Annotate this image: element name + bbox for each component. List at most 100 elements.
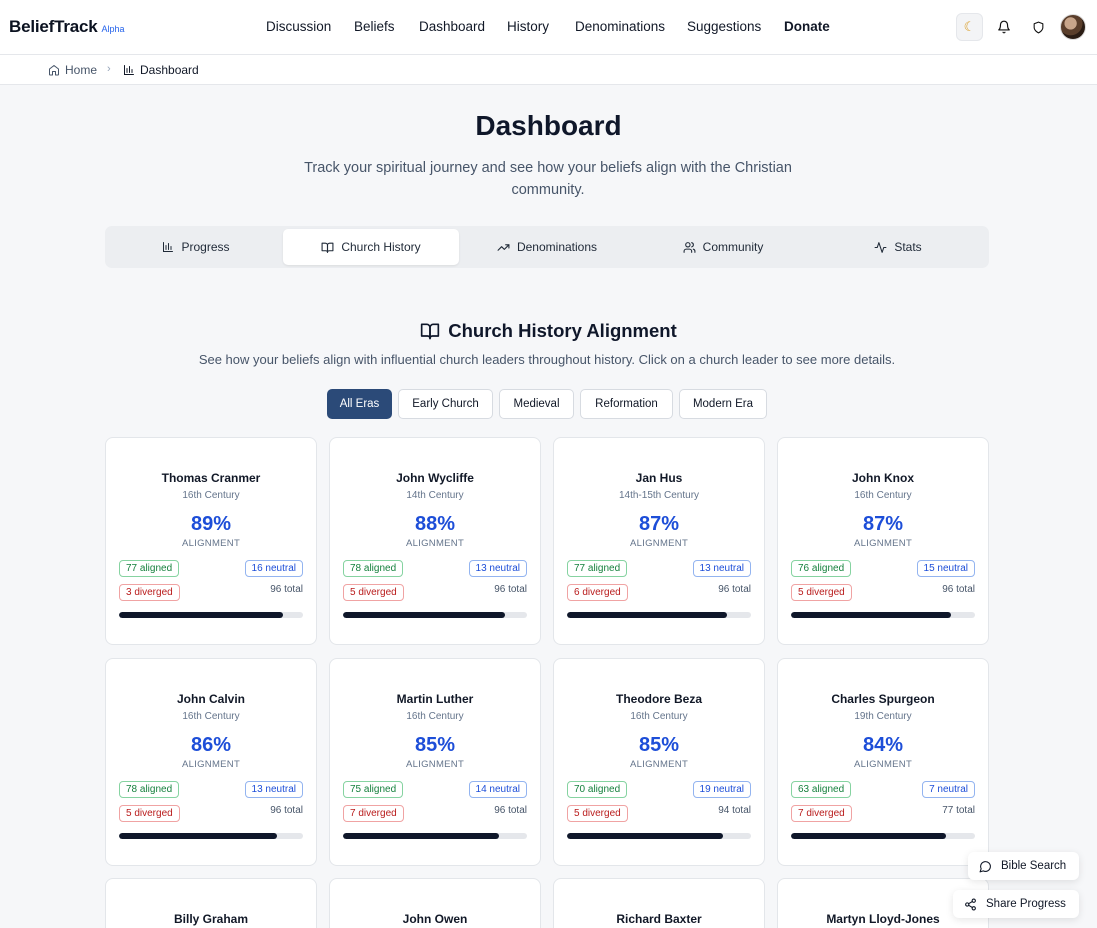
neutral-badge: 14 neutral xyxy=(468,781,527,798)
leader-era: 16th Century xyxy=(854,490,912,501)
bar-chart-icon xyxy=(124,65,134,75)
alignment-percent: 87% xyxy=(862,513,904,535)
section-title-text: Church History Alignment xyxy=(448,320,677,341)
tab-church-history[interactable]: Church History xyxy=(283,229,459,265)
diverged-badge: 5 diverged xyxy=(567,805,628,822)
diverged-badge: 5 diverged xyxy=(791,584,852,601)
nav-denominations[interactable]: Denominations xyxy=(575,19,665,34)
tab-stats[interactable]: Stats xyxy=(810,229,986,265)
alignment-percent: 89% xyxy=(190,513,232,535)
progress-fill xyxy=(119,833,278,839)
message-circle-icon xyxy=(979,860,991,872)
alignment-progress-bar xyxy=(343,833,527,839)
security-button[interactable] xyxy=(1025,13,1052,41)
total-count: 96 total xyxy=(270,584,303,595)
breadcrumb-home[interactable]: Home xyxy=(48,63,97,77)
tab-community[interactable]: Community xyxy=(635,229,811,265)
trending-up-icon xyxy=(497,243,510,251)
notifications-button[interactable] xyxy=(990,13,1017,41)
leader-card[interactable]: Billy Graham xyxy=(105,878,317,928)
leader-card[interactable]: Theodore Beza 16th Century 85% ALIGNMENT… xyxy=(553,658,765,866)
breadcrumb: Home › Dashboard xyxy=(0,55,1097,85)
total-count: 96 total xyxy=(942,584,975,595)
activity-icon xyxy=(874,241,887,253)
leader-era: 14th Century xyxy=(406,490,464,501)
bell-icon xyxy=(997,20,1010,34)
share-progress-button[interactable]: Share Progress xyxy=(953,890,1079,918)
leader-card[interactable]: John Wycliffe 14th Century 88% ALIGNMENT… xyxy=(329,437,541,645)
alignment-progress-bar xyxy=(567,833,751,839)
alignment-label: ALIGNMENT xyxy=(181,759,241,770)
leader-card[interactable]: John Knox 16th Century 87% ALIGNMENT 76 … xyxy=(777,437,989,645)
alignment-percent: 86% xyxy=(190,734,232,756)
neutral-badge: 13 neutral xyxy=(468,560,527,577)
tab-progress[interactable]: Progress xyxy=(108,229,284,265)
avatar[interactable] xyxy=(1060,14,1086,40)
theme-toggle-button[interactable]: ☾ xyxy=(956,13,983,41)
leader-era: 19th Century xyxy=(854,711,912,722)
top-navbar: BeliefTrack Alpha Discussion Beliefs Das… xyxy=(0,0,1097,55)
total-count: 96 total xyxy=(494,805,527,816)
leader-card[interactable]: Richard Baxter xyxy=(553,878,765,928)
alignment-percent: 85% xyxy=(414,734,456,756)
progress-fill xyxy=(343,833,500,839)
diverged-badge: 5 diverged xyxy=(119,805,180,822)
leader-era: 14th-15th Century xyxy=(618,490,700,501)
alignment-label: ALIGNMENT xyxy=(405,538,465,549)
progress-fill xyxy=(791,833,946,839)
total-count: 77 total xyxy=(942,805,975,816)
breadcrumb-home-label: Home xyxy=(65,63,98,77)
aligned-badge: 75 aligned xyxy=(343,781,404,798)
breadcrumb-current-label: Dashboard xyxy=(140,63,199,77)
moon-icon: ☾ xyxy=(963,19,976,34)
tab-label: Progress xyxy=(181,240,230,254)
share-icon xyxy=(965,898,976,910)
neutral-badge: 19 neutral xyxy=(692,781,751,798)
nav-beliefs[interactable]: Beliefs xyxy=(354,19,395,34)
era-early-church-button[interactable]: Early Church xyxy=(398,389,493,419)
aligned-badge: 78 aligned xyxy=(343,560,404,577)
shield-icon xyxy=(1033,21,1044,33)
era-medieval-button[interactable]: Medieval xyxy=(499,389,574,419)
nav-history[interactable]: History xyxy=(507,19,549,34)
page-title: Dashboard xyxy=(475,110,622,141)
era-all-button[interactable]: All Eras xyxy=(327,389,392,419)
aligned-badge: 70 aligned xyxy=(567,781,628,798)
leader-card[interactable]: Jan Hus 14th-15th Century 87% ALIGNMENT … xyxy=(553,437,765,645)
page-subtitle: Track your spiritual journey and see how… xyxy=(304,160,792,198)
era-modern-button[interactable]: Modern Era xyxy=(679,389,767,419)
tab-denominations[interactable]: Denominations xyxy=(459,229,635,265)
leader-card[interactable]: John Owen xyxy=(329,878,541,928)
aligned-badge: 78 aligned xyxy=(119,781,180,798)
diverged-badge: 5 diverged xyxy=(343,584,404,601)
leader-era: 16th Century xyxy=(182,711,240,722)
home-icon xyxy=(49,65,59,76)
leader-name: John Calvin xyxy=(176,692,245,706)
nav-discussion[interactable]: Discussion xyxy=(266,19,331,34)
nav-dashboard[interactable]: Dashboard xyxy=(419,19,485,34)
leader-name: Jan Hus xyxy=(635,471,683,485)
leader-name: Theodore Beza xyxy=(615,692,702,706)
neutral-badge: 16 neutral xyxy=(244,560,303,577)
tab-label: Stats xyxy=(894,240,922,254)
main-nav: Discussion Beliefs Dashboard History Den… xyxy=(0,19,1097,37)
total-count: 96 total xyxy=(270,805,303,816)
nav-donate[interactable]: Donate xyxy=(784,19,830,34)
alignment-progress-bar xyxy=(567,612,751,618)
alignment-percent: 88% xyxy=(414,513,456,535)
leader-card[interactable]: John Calvin 16th Century 86% ALIGNMENT 7… xyxy=(105,658,317,866)
progress-fill xyxy=(791,612,952,618)
leader-card[interactable]: Thomas Cranmer 16th Century 89% ALIGNMEN… xyxy=(105,437,317,645)
era-reformation-button[interactable]: Reformation xyxy=(580,389,673,419)
nav-suggestions[interactable]: Suggestions xyxy=(687,19,761,34)
leader-era: 16th Century xyxy=(406,711,464,722)
leader-card[interactable]: Charles Spurgeon 19th Century 84% ALIGNM… xyxy=(777,658,989,866)
leader-card[interactable]: Martin Luther 16th Century 85% ALIGNMENT… xyxy=(329,658,541,866)
alignment-label: ALIGNMENT xyxy=(853,538,913,549)
tab-label: Community xyxy=(702,240,764,254)
bible-search-button[interactable]: Bible Search xyxy=(968,852,1079,880)
progress-fill xyxy=(567,833,724,839)
diverged-badge: 7 diverged xyxy=(343,805,404,822)
alignment-progress-bar xyxy=(119,833,303,839)
book-open-icon xyxy=(321,242,334,253)
